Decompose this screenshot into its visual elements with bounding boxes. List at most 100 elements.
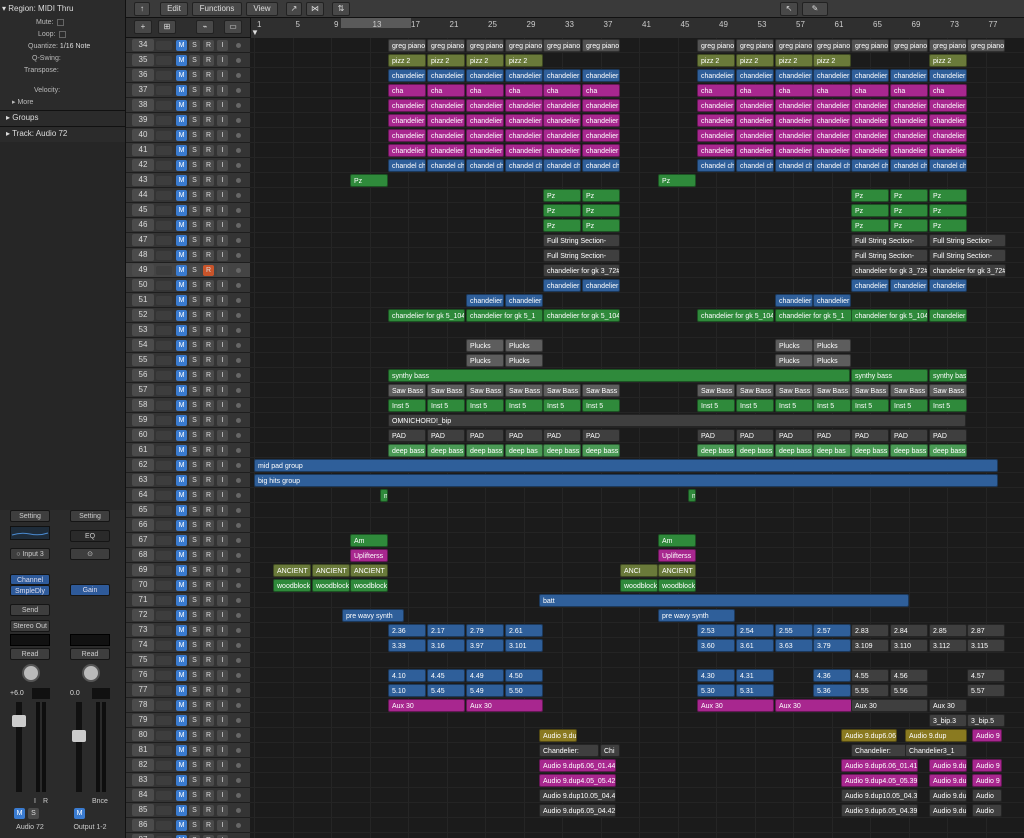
- region[interactable]: Full String Section-: [851, 249, 928, 262]
- input-monitor-button[interactable]: I: [217, 55, 228, 66]
- region[interactable]: deep bass: [697, 444, 735, 457]
- region[interactable]: Pz: [890, 189, 928, 202]
- region[interactable]: chandelier: [697, 69, 735, 82]
- track-header-row[interactable]: 34 M S R I: [126, 38, 250, 53]
- record-button[interactable]: R: [203, 400, 214, 411]
- track-header-row[interactable]: 73 M S R I: [126, 623, 250, 638]
- region[interactable]: Inst 5: [697, 399, 735, 412]
- region[interactable]: chandelier: [427, 114, 465, 127]
- track-header-row[interactable]: 85 M S R I: [126, 803, 250, 818]
- region[interactable]: Pz: [543, 189, 581, 202]
- view-menu[interactable]: View: [246, 2, 278, 16]
- mute-button[interactable]: M: [176, 175, 187, 186]
- record-button[interactable]: R: [203, 70, 214, 81]
- record-button[interactable]: R: [203, 130, 214, 141]
- region[interactable]: 4.57: [967, 669, 1005, 682]
- secondary-tool-icon[interactable]: ✎: [802, 2, 828, 16]
- region[interactable]: chandelier: [505, 144, 543, 157]
- record-button[interactable]: R: [203, 475, 214, 486]
- region[interactable]: chandelier: [813, 99, 851, 112]
- region[interactable]: chandelier: [505, 69, 543, 82]
- track-header-row[interactable]: 79 M S R I: [126, 713, 250, 728]
- region[interactable]: chandelier: [851, 99, 889, 112]
- region[interactable]: Full String Section-: [929, 234, 1006, 247]
- strip-solo-button[interactable]: S: [28, 808, 39, 819]
- region[interactable]: Audio 9.dup4: [929, 774, 967, 787]
- mute-button[interactable]: M: [176, 235, 187, 246]
- track-header-row[interactable]: 84 M S R I: [126, 788, 250, 803]
- region[interactable]: pizz 2: [929, 54, 967, 67]
- region[interactable]: greg piano: [775, 39, 813, 52]
- pointer-tool-icon[interactable]: ↖: [780, 2, 798, 16]
- automation-mode[interactable]: Read: [10, 648, 50, 660]
- region[interactable]: chandelier for gk 3_72#: [929, 264, 1006, 277]
- region[interactable]: chandelier: [505, 294, 543, 307]
- region[interactable]: chandel ch: [775, 159, 813, 172]
- region[interactable]: Pz: [851, 189, 889, 202]
- region[interactable]: 3.61: [736, 639, 774, 652]
- region[interactable]: chandelier: [736, 114, 774, 127]
- input-monitor-button[interactable]: I: [217, 70, 228, 81]
- edit-menu[interactable]: Edit: [160, 2, 188, 16]
- region[interactable]: chandelier for gk 5_104: [851, 309, 928, 322]
- mute-button[interactable]: M: [176, 790, 187, 801]
- region[interactable]: chandelier: [505, 99, 543, 112]
- region[interactable]: cha: [890, 84, 928, 97]
- region[interactable]: greg piano: [388, 39, 426, 52]
- track-header-row[interactable]: 69 M S R I: [126, 563, 250, 578]
- region[interactable]: chandelier: [775, 99, 813, 112]
- record-button[interactable]: R: [203, 235, 214, 246]
- record-button[interactable]: R: [203, 445, 214, 456]
- region[interactable]: PAD: [466, 429, 504, 442]
- region[interactable]: chandel ch: [890, 159, 928, 172]
- region[interactable]: Inst 5: [427, 399, 465, 412]
- solo-button[interactable]: S: [189, 535, 200, 546]
- track-header-row[interactable]: 46 M S R I: [126, 218, 250, 233]
- solo-button[interactable]: S: [189, 310, 200, 321]
- region[interactable]: cha: [543, 84, 581, 97]
- mute-button[interactable]: M: [176, 415, 187, 426]
- solo-button[interactable]: S: [189, 460, 200, 471]
- region[interactable]: greg piano: [543, 39, 581, 52]
- region[interactable]: greg piano: [505, 39, 543, 52]
- track-header-row[interactable]: 87MSRI: [126, 833, 250, 838]
- input-monitor-button[interactable]: I: [217, 205, 228, 216]
- region[interactable]: chandelier for gk 5_1: [466, 309, 543, 322]
- record-button[interactable]: R: [203, 700, 214, 711]
- region[interactable]: woodblock: [350, 579, 388, 592]
- region[interactable]: Saw Bass: [890, 384, 928, 397]
- region[interactable]: chandel ch: [929, 159, 967, 172]
- region[interactable]: Audio 9: [972, 729, 1002, 742]
- region[interactable]: 2.54: [736, 624, 774, 637]
- mute-button[interactable]: M: [176, 715, 187, 726]
- region[interactable]: chandelier: [736, 144, 774, 157]
- region[interactable]: chandelier: [466, 114, 504, 127]
- region[interactable]: cha: [697, 84, 735, 97]
- region[interactable]: Audio 9.dup1: [929, 789, 967, 802]
- region[interactable]: chandelier for gk 5_104: [388, 309, 465, 322]
- record-button[interactable]: R: [203, 535, 214, 546]
- solo-button[interactable]: S: [189, 685, 200, 696]
- region[interactable]: chandelier: [929, 114, 967, 127]
- mute-button[interactable]: M: [176, 640, 187, 651]
- record-button[interactable]: R: [203, 355, 214, 366]
- region[interactable]: deep bass: [890, 444, 928, 457]
- flex-icon[interactable]: ⇅: [332, 2, 350, 16]
- input-monitor-button[interactable]: I: [217, 430, 228, 441]
- record-button[interactable]: R: [203, 295, 214, 306]
- mute-button[interactable]: M: [176, 205, 187, 216]
- region[interactable]: big hits group: [254, 474, 998, 487]
- track-header-row[interactable]: 60 M S R I: [126, 428, 250, 443]
- region[interactable]: Chandelier3_1: [905, 744, 967, 757]
- region[interactable]: chandelier: [890, 129, 928, 142]
- region[interactable]: chandelier: [582, 99, 620, 112]
- track-header-row[interactable]: 49 M S R I: [126, 263, 250, 278]
- region[interactable]: Audio 9.dup6.06: [841, 729, 897, 742]
- track-header-row[interactable]: 35 M S R I: [126, 53, 250, 68]
- region[interactable]: chandelier: [813, 69, 851, 82]
- region[interactable]: Inst 5: [543, 399, 581, 412]
- region[interactable]: chandelier: [775, 294, 813, 307]
- region[interactable]: 2.85: [929, 624, 967, 637]
- region[interactable]: Plucks: [505, 339, 543, 352]
- output-slot[interactable]: Stereo Out: [10, 620, 50, 632]
